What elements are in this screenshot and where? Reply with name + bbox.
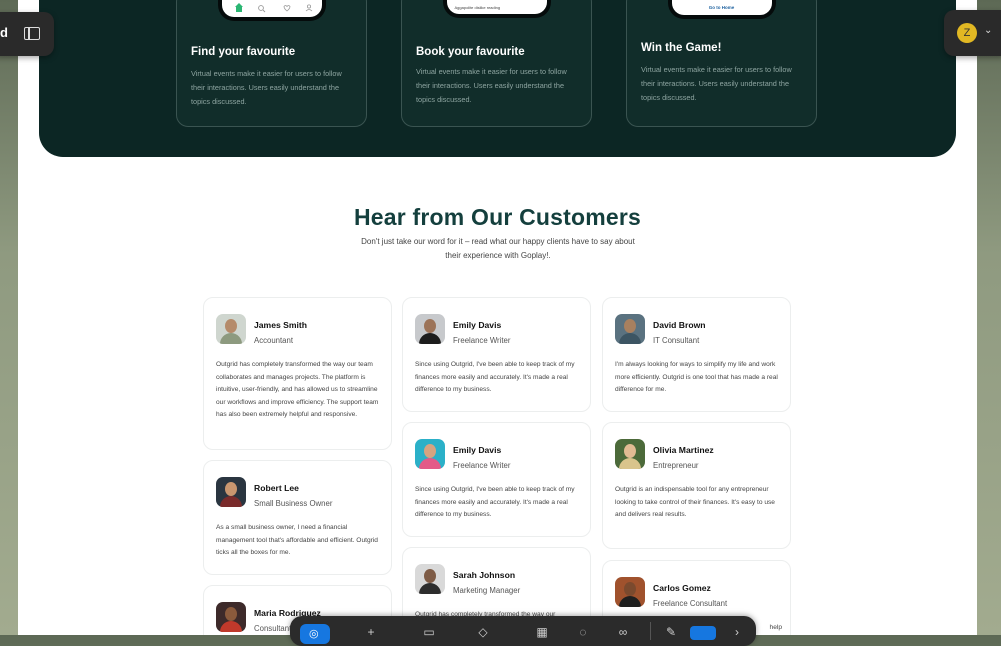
note-icon[interactable]: ∞ <box>616 625 630 639</box>
section-title: Hear from Our Customers <box>353 204 642 230</box>
phone-mockup: Aggapolite dislike reading <box>442 0 551 18</box>
testimonial-text: Since using Outgrid, I've been able to k… <box>415 486 575 518</box>
gear-icon[interactable]: ◌ <box>576 625 590 639</box>
customer-name: David Brown <box>653 320 706 330</box>
layers-icon[interactable]: ◇ <box>476 625 490 639</box>
feature-title: Win the Game! <box>641 42 722 54</box>
avatar <box>415 439 445 469</box>
testimonial-card: Emily Davis Freelance Writer Since using… <box>402 422 591 537</box>
avatar <box>615 577 645 607</box>
testimonial-text: Outgrid has completely transformed the w… <box>216 361 379 418</box>
customer-role: IT Consultant <box>653 336 700 345</box>
testimonial-text: help <box>769 624 782 631</box>
customer-role: Freelance Writer <box>453 336 511 345</box>
go-home-link[interactable]: Go to Home <box>672 5 772 10</box>
chevron-down-icon: ⌄ <box>984 25 993 36</box>
phone-screen <box>221 0 322 17</box>
search-icon <box>257 5 265 13</box>
customer-role: Accountant <box>254 336 294 345</box>
avatar <box>216 314 246 344</box>
avatar <box>216 477 246 507</box>
pen-icon[interactable]: ✎ <box>664 625 678 639</box>
customer-role: Consultant <box>254 624 292 633</box>
feature-text: Virtual events make it easier for users … <box>191 69 342 106</box>
customer-role: Small Business Owner <box>254 499 333 508</box>
feature-title: Book your favourite <box>416 46 525 58</box>
sidebar-toggle-icon <box>24 27 40 40</box>
heart-icon <box>283 5 290 12</box>
arrow-icon[interactable]: › <box>730 625 744 639</box>
testimonial-card: Olivia Martinez Entrepreneur Outgrid is … <box>602 422 791 549</box>
section-subtitle: Don't just take our word for it – read w… <box>361 237 635 260</box>
phone-mockup <box>217 0 326 21</box>
testimonial-text: Since using Outgrid, I've been able to k… <box>415 361 575 393</box>
customer-name: Robert Lee <box>254 483 299 493</box>
avatar <box>615 314 645 344</box>
phone-screen: Go to Home <box>671 0 772 15</box>
feature-text: Virtual events make it easier for users … <box>416 67 567 104</box>
testimonial-text: I'm always looking for ways to simplify … <box>615 361 778 393</box>
book-icon[interactable]: ▭ <box>422 625 436 639</box>
feature-card: Go to Home Win the Game! Virtual events … <box>626 0 817 127</box>
customer-name: Emily Davis <box>453 445 502 455</box>
avatar <box>415 314 445 344</box>
testimonial-card: James Smith Accountant Outgrid has compl… <box>203 297 392 450</box>
globe-button[interactable]: ◎ <box>300 624 330 644</box>
bottom-toolbar: ◎ + ▭ ◇ ▦ ◌ ∞ ✎ › <box>290 616 756 646</box>
landing-page: Find your favourite Virtual events make … <box>18 0 977 635</box>
toolbar-divider <box>650 622 651 640</box>
customer-name: Carlos Gomez <box>653 583 711 593</box>
customer-role: Freelance Writer <box>453 461 511 470</box>
customer-role: Freelance Consultant <box>653 599 728 608</box>
testimonial-card: Robert Lee Small Business Owner As a sma… <box>203 460 392 575</box>
avatar <box>415 564 445 594</box>
user-icon <box>305 4 312 12</box>
phone-mockup: Go to Home <box>667 0 776 19</box>
feature-card: Find your favourite Virtual events make … <box>176 0 367 127</box>
phone-tab-icons <box>234 3 312 13</box>
customer-role: Marketing Manager <box>453 586 521 595</box>
plus-icon[interactable]: + <box>364 625 378 639</box>
feature-text: Virtual events make it easier for users … <box>641 65 792 102</box>
feature-title: Find your favourite <box>191 46 296 58</box>
customer-name: Olivia Martinez <box>653 445 714 455</box>
avatar <box>615 439 645 469</box>
testimonial-card: David Brown IT Consultant I'm always loo… <box>602 297 791 412</box>
profile-menu-button[interactable]: Z ⌄ <box>944 10 1001 56</box>
phone-screen-text: Aggapolite dislike reading <box>454 5 501 10</box>
customer-name: Emily Davis <box>453 320 502 330</box>
profile-avatar: Z <box>957 23 977 43</box>
globe-icon: ◎ <box>309 628 319 640</box>
testimonial-text: Outgrid is an indispensable tool for any… <box>615 486 775 518</box>
avatar <box>216 602 246 632</box>
toolbar-active-pill[interactable] <box>690 626 716 640</box>
customer-name: James Smith <box>254 320 308 330</box>
customer-name: Sarah Johnson <box>453 570 516 580</box>
window-label: d <box>0 25 8 40</box>
grid-icon[interactable]: ▦ <box>535 625 549 639</box>
testimonial-text: As a small business owner, I need a fina… <box>216 524 378 556</box>
testimonial-card: Emily Davis Freelance Writer Since using… <box>402 297 591 412</box>
phone-screen: Aggapolite dislike reading <box>446 0 547 14</box>
home-icon <box>234 3 243 12</box>
sidebar-toggle-button[interactable]: d <box>0 12 54 56</box>
feature-card: Aggapolite dislike reading Book your fav… <box>401 0 592 127</box>
customer-role: Entrepreneur <box>653 461 699 470</box>
